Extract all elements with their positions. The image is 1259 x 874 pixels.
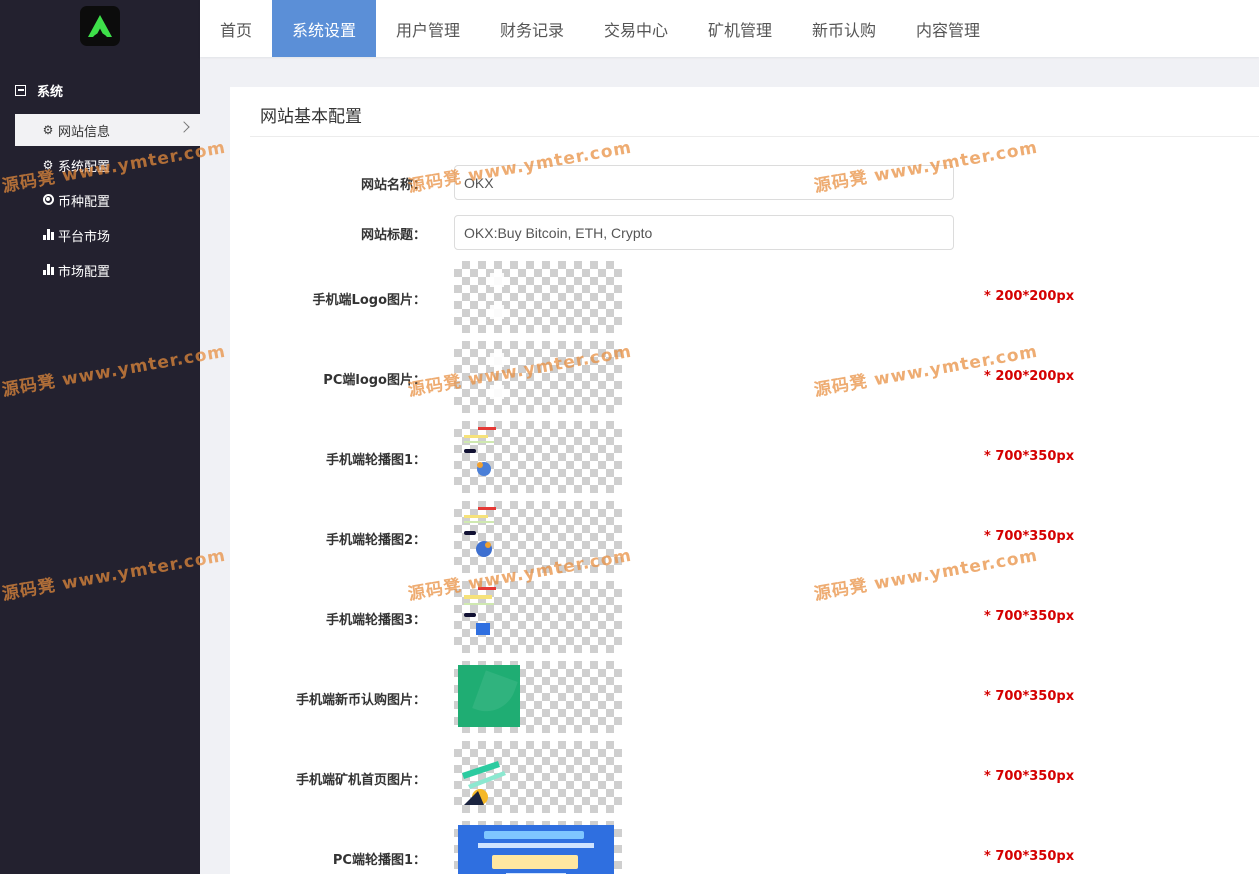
- sidebar-item-label: 平台市场: [58, 229, 111, 245]
- banner-preview-icon: [464, 507, 496, 557]
- sidebar-item-coin-config[interactable]: 币种配置: [15, 184, 200, 216]
- site-title-input[interactable]: [454, 215, 954, 250]
- site-name-input[interactable]: [454, 165, 954, 200]
- mobile-banner-1-image[interactable]: [454, 421, 622, 493]
- target-icon: [41, 193, 55, 207]
- mobile-miner-home-label: 手机端矿机首页图片：: [295, 773, 426, 788]
- pc-logo-size-hint: * 200*200px: [984, 369, 1075, 384]
- new-coin-thumbnail: [458, 665, 520, 727]
- chevron-right-icon: [178, 121, 190, 133]
- sidebar-item-system-config[interactable]: ⚙ 系统配置: [15, 149, 200, 181]
- site-title-label: 网站标题：: [360, 228, 426, 243]
- mobile-logo-size-hint: * 200*200px: [984, 289, 1075, 304]
- divider: [250, 136, 1259, 137]
- site-name-label: 网站名称：: [360, 178, 426, 193]
- panel-title: 网站基本配置: [260, 107, 362, 127]
- banner-preview-icon: [464, 587, 496, 635]
- mobile-banner-1-label: 手机端轮播图1：: [325, 453, 426, 468]
- mobile-logo-label: 手机端Logo图片：: [312, 293, 426, 308]
- miner-preview-icon: [462, 761, 506, 805]
- sidebar-item-label: 币种配置: [58, 194, 111, 210]
- sidebar: 系统 ⚙ 网站信息 ⚙ 系统配置 币种配置 平台市场 市场配置: [0, 0, 200, 874]
- mobile-new-coin-label: 手机端新币认购图片：: [295, 693, 426, 708]
- tab-finance-records[interactable]: 财务记录: [480, 0, 584, 57]
- config-panel: 网站基本配置 网站名称： 网站标题： 手机端Logo图片： * 200*200p…: [230, 87, 1259, 874]
- collapse-icon: [15, 84, 26, 96]
- logo-preview-icon: [490, 353, 504, 399]
- tab-user-management[interactable]: 用户管理: [376, 0, 480, 57]
- pc-banner-1-label: PC端轮播图1：: [332, 853, 426, 868]
- mobile-logo-image[interactable]: [454, 261, 622, 333]
- mobile-miner-home-size-hint: * 700*350px: [984, 769, 1075, 784]
- tab-miner-management[interactable]: 矿机管理: [688, 0, 792, 57]
- pc-banner-1-image[interactable]: [454, 821, 622, 874]
- pc-logo-label: PC端logo图片：: [323, 373, 426, 388]
- sidebar-item-label: 系统配置: [58, 159, 111, 175]
- mobile-banner-3-size-hint: * 700*350px: [984, 609, 1075, 624]
- mobile-banner-1-size-hint: * 700*350px: [984, 449, 1075, 464]
- mobile-new-coin-image[interactable]: [454, 661, 622, 733]
- logo-icon: [88, 15, 112, 37]
- sidebar-item-market-config[interactable]: 市场配置: [15, 254, 200, 286]
- top-nav: 首页 系统设置 用户管理 财务记录 交易中心 矿机管理 新币认购 内容管理: [200, 0, 1259, 57]
- mobile-banner-3-image[interactable]: [454, 581, 622, 653]
- tab-new-coin-subscription[interactable]: 新币认购: [792, 0, 896, 57]
- bar-chart-icon: [41, 263, 55, 277]
- logo-preview-icon: [490, 273, 504, 319]
- mobile-new-coin-size-hint: * 700*350px: [984, 689, 1075, 704]
- tab-content-management[interactable]: 内容管理: [896, 0, 1000, 57]
- sidebar-section-title: 系统: [37, 84, 64, 100]
- sidebar-section-system[interactable]: 系统: [15, 80, 63, 100]
- mobile-miner-home-image[interactable]: [454, 741, 622, 813]
- mobile-banner-3-label: 手机端轮播图3：: [325, 613, 426, 628]
- sidebar-item-site-info[interactable]: ⚙ 网站信息: [15, 114, 200, 146]
- pc-banner-1-size-hint: * 700*350px: [984, 849, 1075, 864]
- gear-icon: ⚙: [42, 123, 54, 137]
- gear-icon: ⚙: [42, 158, 54, 172]
- sidebar-item-label: 网站信息: [58, 124, 111, 140]
- app-logo[interactable]: [80, 6, 120, 46]
- mobile-banner-2-image[interactable]: [454, 501, 622, 573]
- sidebar-item-platform-market[interactable]: 平台市场: [15, 219, 200, 251]
- pc-banner-thumbnail: [458, 825, 614, 874]
- bar-chart-icon: [41, 228, 55, 242]
- mobile-banner-2-label: 手机端轮播图2：: [325, 533, 426, 548]
- banner-preview-icon: [464, 427, 496, 476]
- tab-system-settings[interactable]: 系统设置: [272, 0, 376, 57]
- pc-logo-image[interactable]: [454, 341, 622, 413]
- sidebar-item-label: 市场配置: [58, 264, 111, 280]
- mobile-banner-2-size-hint: * 700*350px: [984, 529, 1075, 544]
- tab-home[interactable]: 首页: [200, 0, 272, 57]
- tab-trading-center[interactable]: 交易中心: [584, 0, 688, 57]
